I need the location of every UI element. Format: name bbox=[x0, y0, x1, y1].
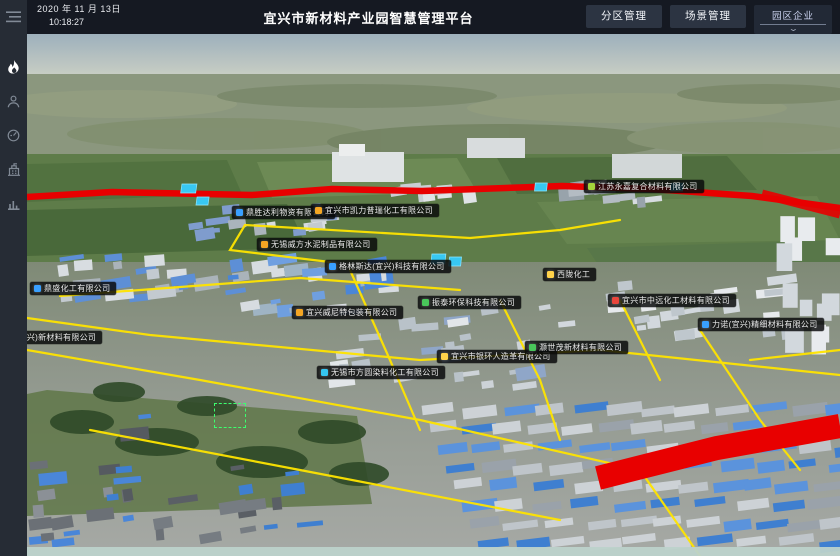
company-marker-icon bbox=[422, 299, 429, 306]
user-icon[interactable] bbox=[0, 88, 27, 114]
top-header-bar: 2020 年 11 月 13日 10:18:27 宜兴市新材料产业园智慧管理平台… bbox=[27, 0, 840, 34]
company-marker-icon bbox=[702, 321, 709, 328]
map-label[interactable]: 江苏永嘉复合材料有限公司 bbox=[584, 180, 704, 193]
chevron-down-icon: ⌄ bbox=[788, 25, 799, 33]
menu-icon[interactable] bbox=[0, 4, 27, 30]
company-name: 灏世茂新材料有限公司 bbox=[539, 343, 622, 352]
company-marker-icon bbox=[441, 353, 448, 360]
company-name: 宜兴市凯力普瑞化工有限公司 bbox=[325, 206, 433, 215]
map-label[interactable]: 力诺(宜兴)精细材料有限公司 bbox=[698, 318, 824, 331]
map-label[interactable]: 无锡市方圆染料化工有限公司 bbox=[317, 366, 445, 379]
company-name: 西陇化工 bbox=[557, 270, 590, 279]
gauge-icon[interactable] bbox=[0, 122, 27, 148]
company-marker-icon bbox=[261, 241, 268, 248]
map-label[interactable]: 鼎盛化工有限公司 bbox=[30, 282, 116, 295]
company-name: 格林斯达(宜兴)科技有限公司 bbox=[339, 262, 445, 271]
company-name: 鼎盛化工有限公司 bbox=[44, 284, 110, 293]
company-marker-icon bbox=[547, 271, 554, 278]
foreground-road bbox=[27, 547, 840, 556]
map-label[interactable]: 灏世茂新材料有限公司 bbox=[525, 341, 628, 354]
company-name: 无锡市方圆染料化工有限公司 bbox=[331, 368, 439, 377]
flame-icon[interactable] bbox=[0, 54, 27, 80]
company-name: 无锡威方水泥制品有限公司 bbox=[271, 240, 371, 249]
company-marker-icon bbox=[329, 263, 336, 270]
company-marker-icon bbox=[529, 344, 536, 351]
company-marker-icon bbox=[321, 369, 328, 376]
factory-icon[interactable] bbox=[0, 156, 27, 182]
map-3d-view[interactable]: 鼎胜达利物资有限公司宜兴市凯力普瑞化工有限公司无锡威方水泥制品有限公司格林斯达(… bbox=[27, 34, 840, 556]
company-name: 宜兴市中远化工材料有限公司 bbox=[622, 296, 730, 305]
company-marker-icon bbox=[296, 309, 303, 316]
dropdown-selected-label: 园区企业 bbox=[760, 8, 826, 25]
company-marker-icon bbox=[315, 207, 322, 214]
company-marker-icon bbox=[612, 297, 619, 304]
header-actions: 分区管理 场景管理 园区企业 ⌄ bbox=[586, 5, 832, 34]
zone-management-button[interactable]: 分区管理 bbox=[586, 5, 662, 28]
map-label[interactable]: 格林斯达(宜兴)科技有限公司 bbox=[325, 260, 451, 273]
scene-management-button[interactable]: 场景管理 bbox=[670, 5, 746, 28]
company-name: 远东(宜兴)新材料有限公司 bbox=[27, 333, 96, 342]
company-name: 振泰环保科技有限公司 bbox=[432, 298, 515, 307]
map-label[interactable]: 远东(宜兴)新材料有限公司 bbox=[27, 331, 102, 344]
map-label[interactable]: 无锡威方水泥制品有限公司 bbox=[257, 238, 377, 251]
company-name: 江苏永嘉复合材料有限公司 bbox=[598, 182, 698, 191]
bar-chart-icon[interactable] bbox=[0, 190, 27, 216]
company-name: 宜兴威尼特包装有限公司 bbox=[306, 308, 397, 317]
map-label[interactable]: 振泰环保科技有限公司 bbox=[418, 296, 521, 309]
map-label[interactable]: 宜兴市中远化工材料有限公司 bbox=[608, 294, 736, 307]
company-marker-icon bbox=[34, 285, 41, 292]
map-label[interactable]: 宜兴威尼特包装有限公司 bbox=[292, 306, 403, 319]
company-marker-icon bbox=[236, 209, 243, 216]
selection-reticle bbox=[214, 403, 246, 428]
map-label[interactable]: 宜兴市凯力普瑞化工有限公司 bbox=[311, 204, 439, 217]
left-toolbar bbox=[0, 0, 27, 556]
map-label[interactable]: 西陇化工 bbox=[543, 268, 596, 281]
company-marker-icon bbox=[588, 183, 595, 190]
company-name: 力诺(宜兴)精细材料有限公司 bbox=[712, 320, 818, 329]
park-enterprise-dropdown[interactable]: 园区企业 ⌄ bbox=[754, 5, 832, 34]
